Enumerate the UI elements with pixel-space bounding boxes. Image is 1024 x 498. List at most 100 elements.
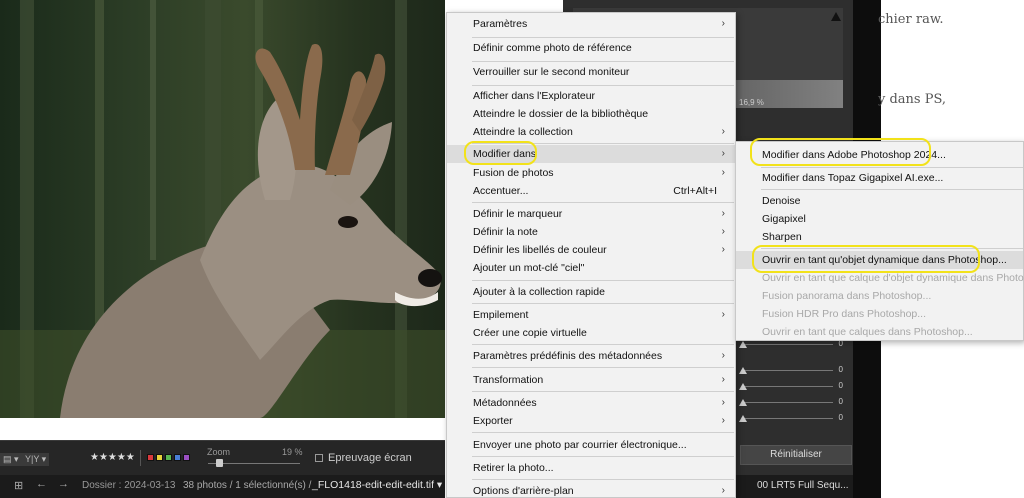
menu-item-enhance[interactable]: Accentuer... Ctrl+Alt+I: [447, 182, 735, 200]
chevron-right-icon: ›: [721, 397, 725, 408]
menu-item-show-in-explorer[interactable]: Afficher dans l'Explorateur: [447, 87, 735, 105]
menu-item-metadata[interactable]: Métadonnées ›: [447, 394, 735, 412]
menu-item-go-to-collection[interactable]: Atteindre la collection ›: [447, 123, 735, 141]
slider-handle[interactable]: [739, 399, 747, 406]
article-text-line: chier raw.: [878, 12, 944, 27]
proof-checkbox[interactable]: [315, 454, 323, 462]
menu-separator: [472, 37, 734, 38]
folder-path[interactable]: Dossier : 2024-03-13: [82, 480, 175, 491]
menu-item-create-virtual-copy[interactable]: Créer une copie virtuelle: [447, 324, 735, 342]
menu-separator: [472, 479, 734, 480]
proof-label: Epreuvage écran: [328, 452, 412, 464]
zoom-slider-handle[interactable]: [216, 459, 223, 467]
menu-item-go-to-library-folder[interactable]: Atteindre le dossier de la bibliothèque: [447, 105, 735, 123]
menu-item-set-flag[interactable]: Définir le marqueur ›: [447, 205, 735, 223]
chevron-right-icon: ›: [721, 167, 725, 178]
submenu-item-open-as-layers: Ouvrir en tant que calques dans Photosho…: [762, 326, 973, 338]
chevron-right-icon: ›: [721, 126, 725, 137]
menu-item-email-photo[interactable]: Envoyer une photo par courrier électroni…: [447, 436, 735, 454]
menu-separator: [472, 143, 734, 144]
menu-item-lock-second-monitor[interactable]: Verrouiller sur le second moniteur: [447, 63, 735, 81]
submenu-item-gigapixel[interactable]: Gigapixel: [736, 210, 1023, 228]
compare-mode-button[interactable]: Y|Y ▾: [22, 453, 50, 466]
menu-item-export[interactable]: Exporter ›: [447, 412, 735, 430]
chevron-right-icon: ›: [721, 226, 725, 237]
submenu-item-sharpen[interactable]: Sharpen: [736, 228, 1023, 246]
back-arrow-icon[interactable]: ←: [36, 478, 47, 490]
adjust-slider[interactable]: 0: [735, 365, 847, 376]
chevron-right-icon: ›: [721, 148, 725, 159]
deer-photo: [0, 0, 445, 418]
chevron-right-icon: ›: [721, 18, 725, 29]
menu-separator: [472, 303, 734, 304]
color-label-yellow[interactable]: [156, 454, 163, 461]
slider-handle[interactable]: [739, 383, 747, 390]
menu-item-edit-in[interactable]: Modifier dans ›: [447, 145, 735, 163]
adjust-slider[interactable]: 0: [735, 381, 847, 392]
submenu-item-edit-in-topaz[interactable]: Modifier dans Topaz Gigapixel AI.exe...: [736, 169, 1023, 187]
menu-item-add-keyword[interactable]: Ajouter un mot-clé "ciel": [447, 259, 735, 277]
submenu-item-edit-in-photoshop[interactable]: Modifier dans Adobe Photoshop 2024...: [736, 146, 1023, 164]
chevron-right-icon: ›: [721, 485, 725, 496]
menu-separator: [472, 432, 734, 433]
menu-item-background-options[interactable]: Options d'arrière-plan ›: [447, 482, 735, 498]
slider-handle[interactable]: [739, 341, 747, 348]
slider-handle[interactable]: [739, 367, 747, 374]
photo-preview[interactable]: [0, 0, 445, 418]
menu-item-set-reference-photo[interactable]: Définir comme photo de référence: [447, 39, 735, 57]
color-label-purple[interactable]: [183, 454, 190, 461]
histogram-percent: 16,9 %: [739, 98, 764, 107]
zoom-slider[interactable]: [208, 459, 300, 467]
menu-separator: [472, 202, 734, 203]
submenu-item-open-smart-object[interactable]: Ouvrir en tant qu'objet dynamique dans P…: [736, 251, 1023, 269]
submenu-item-hdr-merge: Fusion HDR Pro dans Photoshop...: [762, 308, 927, 320]
color-label-green[interactable]: [165, 454, 172, 461]
menu-item-transform[interactable]: Transformation ›: [447, 371, 735, 389]
color-label-blue[interactable]: [174, 454, 181, 461]
forward-arrow-icon[interactable]: →: [58, 478, 69, 490]
profile-selector[interactable]: 00 LRT5 Full Sequ...: [735, 475, 853, 498]
chevron-right-icon: ›: [721, 415, 725, 426]
slider-handle[interactable]: [739, 415, 747, 422]
view-mode-button[interactable]: ▤ ▾: [0, 453, 22, 466]
menu-separator: [472, 456, 734, 457]
menu-item-stacking[interactable]: Empilement ›: [447, 306, 735, 324]
edit-in-submenu: Modifier dans Adobe Photoshop 2024... Mo…: [735, 141, 1024, 341]
menu-separator: [472, 61, 734, 62]
zoom-value: 19 %: [282, 447, 303, 457]
menu-separator: [761, 248, 1023, 249]
adjust-slider[interactable]: 0: [735, 339, 847, 350]
menu-item-parametres[interactable]: Paramètres ›: [447, 15, 735, 33]
menu-item-remove-photo[interactable]: Retirer la photo...: [447, 459, 735, 477]
grid-icon[interactable]: ⊞: [14, 479, 23, 492]
chevron-right-icon: ›: [721, 350, 725, 361]
chevron-right-icon: ›: [721, 244, 725, 255]
menu-separator: [761, 167, 1023, 168]
menu-item-photo-merge[interactable]: Fusion de photos ›: [447, 164, 735, 182]
clipping-warning-icon[interactable]: [831, 12, 841, 21]
chevron-right-icon: ›: [721, 309, 725, 320]
photo-count: 38 photos / 1 sélectionné(s) /: [183, 480, 312, 491]
lightroom-toolbar: ▤ ▾ Y|Y ▾ ★★★★★ Zoom 19 % Epreuvage écra…: [0, 440, 445, 475]
reset-button[interactable]: Réinitialiser: [740, 445, 852, 465]
menu-item-set-rating[interactable]: Définir la note ›: [447, 223, 735, 241]
menu-item-metadata-presets[interactable]: Paramètres prédéfinis des métadonnées ›: [447, 347, 735, 365]
article-text-line: y dans PS,: [878, 92, 947, 107]
menu-item-add-quick-collection[interactable]: Ajouter à la collection rapide: [447, 283, 735, 301]
submenu-item-panorama-merge: Fusion panorama dans Photoshop...: [762, 290, 932, 302]
menu-separator: [472, 344, 734, 345]
chevron-right-icon: ›: [721, 208, 725, 219]
adjust-slider[interactable]: 0: [735, 413, 847, 424]
menu-separator: [761, 189, 1023, 190]
adjust-slider[interactable]: 0: [735, 397, 847, 408]
menu-item-set-color-labels[interactable]: Définir les libellés de couleur ›: [447, 241, 735, 259]
submenu-item-open-smart-object-layer: Ouvrir en tant que calque d'objet dynami…: [762, 272, 1024, 284]
star-rating[interactable]: ★★★★★: [90, 452, 135, 463]
screen: ▤ ▾ Y|Y ▾ ★★★★★ Zoom 19 % Epreuvage écra…: [0, 0, 1024, 498]
shortcut-label: Ctrl+Alt+I: [673, 185, 717, 197]
submenu-item-denoise[interactable]: Denoise: [736, 192, 1023, 210]
filename-dropdown[interactable]: _FLO1418-edit-edit-edit.tif ▾: [312, 479, 442, 491]
color-label-red[interactable]: [147, 454, 154, 461]
context-menu: Paramètres › Définir comme photo de référ…: [446, 12, 736, 498]
color-labels: [140, 450, 196, 466]
